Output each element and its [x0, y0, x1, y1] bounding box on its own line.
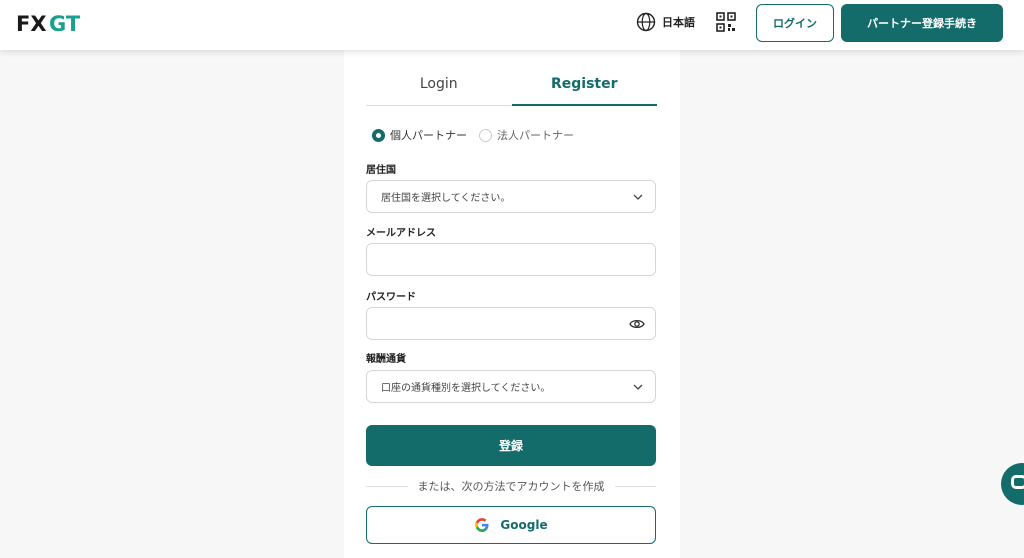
tab-register[interactable]: Register: [511, 64, 657, 106]
google-icon: [475, 518, 489, 532]
chevron-down-icon: [633, 194, 643, 200]
password-label: パスワード: [366, 292, 416, 303]
top-header: FX GT 日本語 ログイン パートナー登録手続き: [0, 0, 1024, 50]
svg-text:FX: FX: [16, 12, 47, 35]
country-select[interactable]: 居住国を選択してください。: [366, 180, 656, 213]
radio-selected-indicator[interactable]: [372, 128, 385, 142]
language-selector[interactable]: 日本語: [636, 11, 695, 33]
radio-individual-label: 個人パートナー: [390, 129, 467, 142]
currency-select[interactable]: 口座の通貨種別を選択してください。: [366, 370, 656, 403]
language-label: 日本語: [662, 16, 695, 29]
radio-corporate-label: 法人パートナー: [497, 129, 574, 142]
chevron-down-icon: [633, 384, 643, 390]
currency-label: 報酬通貨: [366, 354, 406, 365]
divider-text: または、次の方法でアカウントを作成: [417, 480, 605, 493]
register-card: Login Register 個人パートナー 法人パートナー 居住国 居住国を選…: [344, 50, 680, 558]
radio-individual-partner[interactable]: 個人パートナー: [372, 127, 467, 143]
fxgt-logo[interactable]: FX GT: [16, 11, 82, 35]
password-field[interactable]: [366, 307, 656, 340]
auth-tabs: Login Register: [366, 64, 657, 106]
partner-register-button[interactable]: パートナー登録手続き: [841, 4, 1003, 42]
divider-line: [366, 485, 408, 487]
eye-icon[interactable]: [629, 318, 645, 330]
svg-text:GT: GT: [49, 12, 81, 35]
tab-login[interactable]: Login: [366, 64, 512, 105]
country-placeholder: 居住国を選択してください。: [381, 193, 511, 204]
radio-unselected-indicator[interactable]: [479, 128, 492, 142]
google-label: Google: [500, 518, 548, 532]
chat-icon: [1011, 475, 1024, 489]
header-login-button[interactable]: ログイン: [756, 4, 834, 42]
country-label: 居住国: [366, 165, 396, 176]
email-field[interactable]: [366, 243, 656, 276]
divider-line: [614, 485, 656, 487]
partner-type-radio-group: 個人パートナー 法人パートナー: [372, 127, 574, 143]
globe-icon: [636, 12, 656, 32]
alt-signup-divider: または、次の方法でアカウントを作成: [366, 478, 656, 494]
register-submit-button[interactable]: 登録: [366, 425, 656, 466]
google-signup-button[interactable]: Google: [366, 506, 656, 544]
qr-code-icon[interactable]: [716, 12, 736, 32]
currency-placeholder: 口座の通貨種別を選択してください。: [381, 383, 551, 394]
email-label: メールアドレス: [366, 228, 436, 239]
radio-corporate-partner[interactable]: 法人パートナー: [479, 127, 574, 143]
chat-widget-button[interactable]: [1001, 463, 1024, 505]
